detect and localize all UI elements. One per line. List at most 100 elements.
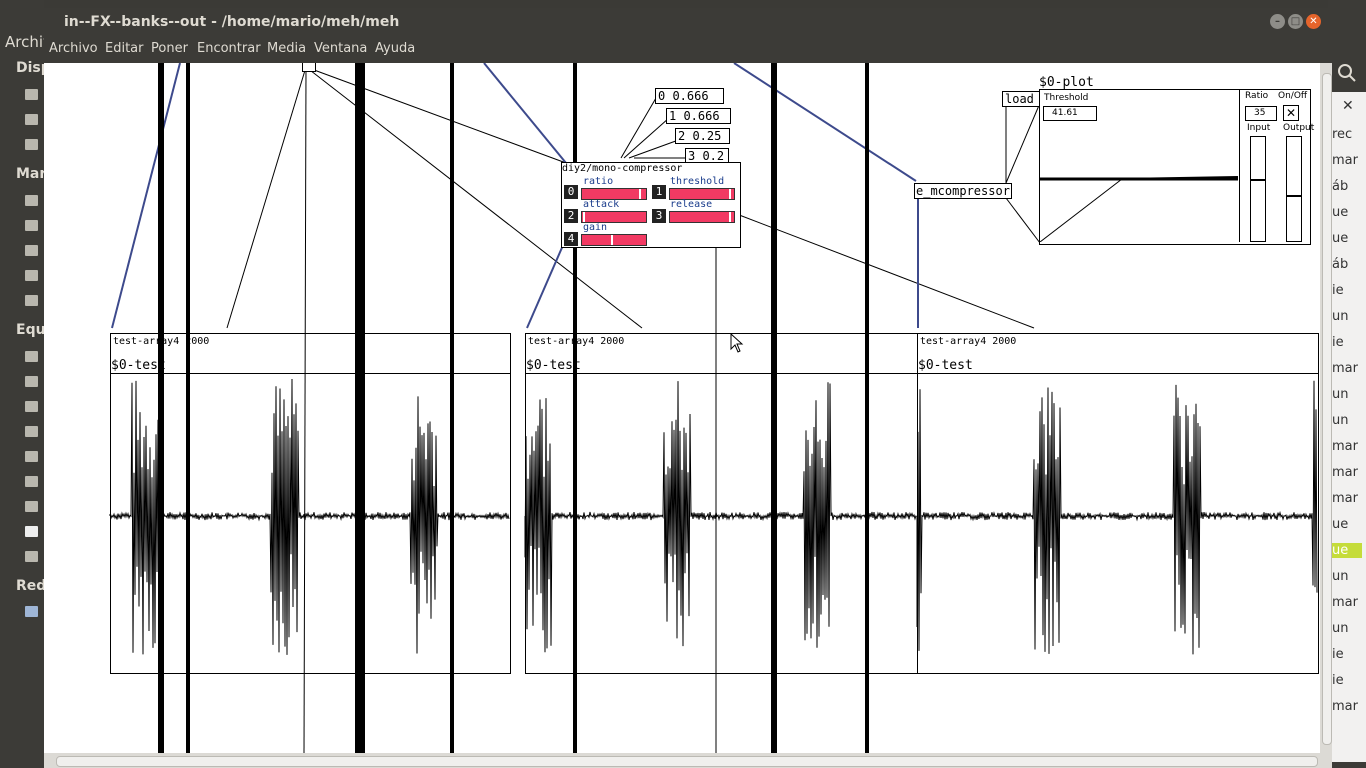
folder-icon: [25, 401, 38, 412]
trash-icon: [25, 551, 38, 562]
background-list-row: un: [1332, 413, 1349, 428]
home-icon: [25, 351, 38, 362]
vertical-scroll-thumb[interactable]: [1322, 73, 1332, 745]
plot-name: $0-plot: [1039, 75, 1094, 90]
folder-icon: [25, 376, 38, 387]
background-list-row: un: [1332, 387, 1349, 402]
maximize-button[interactable]: □: [1288, 14, 1303, 29]
minimize-button[interactable]: –: [1270, 14, 1285, 29]
background-list-row: ue: [1332, 517, 1349, 532]
horizontal-scroll-thumb[interactable]: [56, 756, 1318, 767]
background-list-row: áb: [1332, 257, 1349, 272]
menu-encontrar[interactable]: Encontrar: [197, 41, 261, 56]
background-list-row: mar: [1332, 491, 1358, 506]
message-box-2[interactable]: 2 0.25: [675, 128, 731, 144]
input-label: Input: [1247, 123, 1271, 133]
compressor-plot-panel[interactable]: Threshold 41.61 Ratio 35 On/Off ✕ Input …: [1039, 89, 1315, 245]
close-button[interactable]: ✕: [1306, 14, 1321, 29]
menu-bar: Archivo Editar Poner Encontrar Media Ven…: [44, 36, 1332, 63]
folder-icon: [25, 270, 38, 281]
window-title: in--FX--banks--out - /home/mario/meh/meh: [64, 14, 400, 30]
e-mcompressor-object[interactable]: e_mcompressor: [914, 183, 1012, 199]
message-box-1[interactable]: 1 0.666: [666, 108, 731, 124]
folder-icon: [25, 501, 38, 512]
patch-canvas[interactable]: 0 0.666 1 0.666 2 0.25 3 0.2 diy2/mono-c…: [44, 63, 1320, 753]
drive-icon: [25, 89, 38, 100]
array-graph-3[interactable]: test-array4 2000 $0-test: [917, 333, 1319, 674]
param-label-attack: attack: [583, 199, 620, 210]
param-index-threshold: 1: [652, 185, 666, 199]
menu-poner[interactable]: Poner: [151, 41, 188, 56]
folder-icon: [25, 195, 38, 206]
background-list-row: ue: [1332, 543, 1362, 558]
param-label-ratio: ratio: [583, 176, 614, 187]
onoff-toggle[interactable]: ✕: [1283, 105, 1299, 121]
horizontal-scrollbar[interactable]: [44, 753, 1332, 768]
background-list-row: ue: [1332, 231, 1349, 246]
message-box-0[interactable]: 0 0.666: [655, 88, 724, 104]
array-header-2: test-array4 2000: [528, 336, 625, 347]
mono-compressor-object[interactable]: diy2/mono-compressor 0 ratio 1 threshold…: [561, 162, 741, 248]
drive-icon: [25, 114, 38, 125]
array-name-3: $0-test: [918, 358, 973, 373]
music-icon: [25, 476, 38, 487]
background-list-row: ie: [1332, 335, 1344, 350]
background-list-row: ie: [1332, 283, 1344, 298]
background-list-row: mar: [1332, 465, 1358, 480]
array-name-1: $0-test: [111, 358, 166, 373]
gain-slider[interactable]: [581, 234, 647, 246]
menu-archivo[interactable]: Archivo: [49, 41, 98, 56]
release-slider[interactable]: [669, 211, 735, 223]
param-index-attack: 2: [564, 209, 578, 223]
menu-editar[interactable]: Editar: [105, 41, 144, 56]
background-list-row: mar: [1332, 595, 1358, 610]
folder-icon: [25, 245, 38, 256]
drive-icon: [25, 139, 38, 150]
menu-ayuda[interactable]: Ayuda: [375, 41, 415, 56]
background-section-computer: Equ: [16, 322, 46, 338]
param-index-release: 3: [652, 209, 666, 223]
background-list-row: mar: [1332, 361, 1358, 376]
background-list-row: rec: [1332, 127, 1353, 142]
param-label-threshold: threshold: [670, 176, 725, 187]
ratio-number-box[interactable]: 35: [1245, 106, 1277, 121]
array-graph-2[interactable]: test-array4 2000 $0-test: [525, 333, 918, 674]
background-list-row: ue: [1332, 205, 1349, 220]
load-message[interactable]: load: [1002, 91, 1041, 107]
background-file-manager-left: Archiv Disp Mar Equ Red: [0, 0, 52, 768]
param-label-release: release: [670, 199, 713, 210]
pd-patch-window: in--FX--banks--out - /home/mario/meh/meh…: [44, 8, 1332, 768]
param-label-gain: gain: [583, 222, 608, 233]
folder-icon: [25, 295, 38, 306]
compressor-title: diy2/mono-compressor: [562, 163, 683, 174]
background-section-network: Red: [16, 578, 47, 594]
background-list-row: un: [1332, 309, 1349, 324]
array-header-1: test-array4 2000: [113, 336, 210, 347]
input-meter: [1250, 136, 1266, 242]
mouse-cursor-icon: [730, 333, 744, 353]
output-label: Output: [1283, 123, 1315, 133]
menu-ventana[interactable]: Ventana: [314, 41, 367, 56]
background-list-row: mar: [1332, 699, 1358, 714]
menu-media[interactable]: Media: [267, 41, 306, 56]
array-graph-1[interactable]: test-array4 2000 $0-test: [110, 333, 511, 674]
network-icon: [25, 606, 38, 617]
background-section-bookmarks: Mar: [16, 166, 47, 182]
background-list-row: un: [1332, 569, 1349, 584]
ratio-label: Ratio: [1245, 91, 1269, 101]
param-index-gain: 4: [564, 232, 578, 246]
onoff-label: On/Off: [1278, 91, 1308, 101]
folder-icon: [25, 220, 38, 231]
background-list-row: ie: [1332, 647, 1344, 662]
background-list-row: ie: [1332, 673, 1344, 688]
file-icon: [25, 526, 38, 537]
background-list-row: un: [1332, 621, 1349, 636]
title-bar[interactable]: in--FX--banks--out - /home/mario/meh/meh…: [44, 8, 1332, 36]
search-icon: [1338, 64, 1356, 82]
vertical-scrollbar[interactable]: [1320, 63, 1332, 753]
object-fragment[interactable]: [302, 63, 316, 72]
output-meter: [1286, 136, 1302, 242]
background-list-row: mar: [1332, 439, 1358, 454]
ratio-value: 35: [1254, 108, 1266, 118]
param-index-ratio: 0: [564, 185, 578, 199]
